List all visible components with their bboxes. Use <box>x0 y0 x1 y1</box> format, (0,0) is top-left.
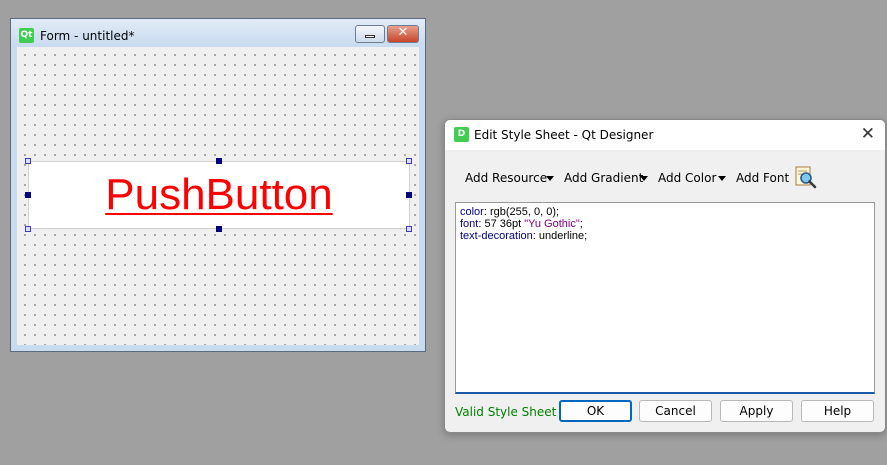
form-titlebar[interactable]: Qt Form - untitled* ✕ <box>11 19 425 47</box>
help-button[interactable]: Help <box>801 400 874 422</box>
edit-style-sheet-dialog: D Edit Style Sheet - Qt Designer ✕ Add R… <box>444 119 886 433</box>
form-canvas[interactable]: PushButton <box>17 47 419 345</box>
ok-button[interactable]: OK <box>559 400 632 422</box>
add-gradient-dropdown-icon[interactable] <box>640 176 648 181</box>
dialog-titlebar[interactable]: D Edit Style Sheet - Qt Designer ✕ <box>445 120 885 150</box>
add-color-dropdown-icon[interactable] <box>718 176 726 181</box>
dialog-title: Edit Style Sheet - Qt Designer <box>474 128 654 142</box>
selection-handle-top-right[interactable] <box>406 158 412 164</box>
apply-button[interactable]: Apply <box>720 400 793 422</box>
push-button[interactable]: PushButton <box>28 161 410 229</box>
css-property: text-decoration <box>460 230 533 242</box>
selection-handle-top[interactable] <box>216 158 222 164</box>
editor-line: color: rgb(255, 0, 0); <box>460 206 870 218</box>
add-font-button[interactable]: Add Font <box>736 171 789 185</box>
selection-handle-bottom-right[interactable] <box>406 226 412 232</box>
selection-handle-bottom[interactable] <box>216 226 222 232</box>
add-gradient-button[interactable]: Add Gradient <box>564 171 643 185</box>
editor-line: font: 57 36pt "Yu Gothic"; <box>460 218 870 230</box>
form-title: Form - untitled* <box>40 29 135 43</box>
qt-logo-icon: Qt <box>19 28 34 43</box>
css-property: font <box>460 218 479 230</box>
dialog-close-icon[interactable]: ✕ <box>861 124 875 144</box>
minimize-button[interactable] <box>355 25 385 43</box>
css-value: : 57 36pt <box>478 218 525 230</box>
cancel-button[interactable]: Cancel <box>639 400 712 422</box>
css-value: : rgb(255, 0, 0); <box>483 206 560 218</box>
selection-handle-top-left[interactable] <box>25 158 31 164</box>
css-property: color <box>460 206 484 218</box>
css-value-end: ; <box>579 218 583 230</box>
selection-handle-left[interactable] <box>25 192 31 198</box>
css-string-value: "Yu Gothic" <box>524 218 580 230</box>
add-resource-dropdown-icon[interactable] <box>546 176 554 181</box>
css-value: : underline; <box>532 230 588 242</box>
selection-handle-right[interactable] <box>406 192 412 198</box>
add-resource-button[interactable]: Add Resource <box>465 171 547 185</box>
form-window: Qt Form - untitled* ✕ PushButton <box>10 18 426 352</box>
minimize-icon <box>365 35 375 38</box>
add-color-button[interactable]: Add Color <box>658 171 716 185</box>
magnifier-icon[interactable] <box>794 166 818 190</box>
editor-line: text-decoration: underline; <box>460 230 870 242</box>
close-button[interactable]: ✕ <box>387 25 419 43</box>
qt-designer-logo-icon: D <box>454 127 469 142</box>
style-sheet-editor[interactable]: color: rgb(255, 0, 0); font: 57 36pt "Yu… <box>455 202 875 394</box>
validity-status: Valid Style Sheet <box>455 405 557 419</box>
close-icon: ✕ <box>397 25 409 40</box>
selection-handle-bottom-left[interactable] <box>25 226 31 232</box>
